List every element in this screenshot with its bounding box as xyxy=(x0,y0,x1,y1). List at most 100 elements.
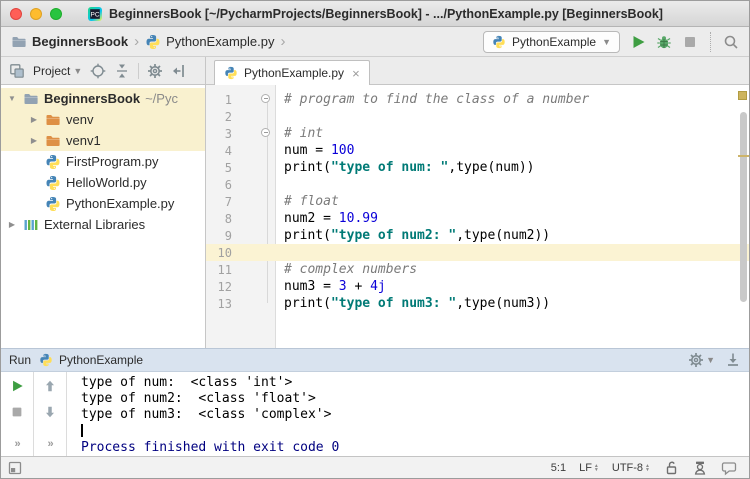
settings-gear-button[interactable] xyxy=(147,63,163,79)
fold-column xyxy=(260,227,276,244)
python-file-icon xyxy=(145,34,161,50)
encoding-widget[interactable]: UTF-8 ▲ ▼ xyxy=(612,462,650,474)
line-number: 2 xyxy=(224,109,232,124)
run-settings-gear-button[interactable] xyxy=(688,352,704,368)
project-panel-title[interactable]: Project ▼ xyxy=(33,64,82,78)
folder-icon xyxy=(23,91,39,107)
line-number: 10 xyxy=(217,245,232,260)
fold-column xyxy=(260,278,276,295)
code-text: print("type of num3: ",type(num3)) xyxy=(284,296,551,311)
run-button[interactable] xyxy=(630,34,646,50)
line-number: 7 xyxy=(224,194,232,209)
fold-column xyxy=(260,244,276,261)
code-line-6[interactable]: 6 xyxy=(206,176,749,193)
code-lines: 1 # program to find the class of a number… xyxy=(206,91,749,312)
code-line-3[interactable]: 3 # int xyxy=(206,125,749,142)
code-line-12[interactable]: 12 num3 = 3 + 4j xyxy=(206,278,749,295)
up-stacktrace-button[interactable] xyxy=(43,379,57,393)
fold-column xyxy=(260,193,276,210)
search-everywhere-button[interactable] xyxy=(723,34,739,50)
code-editor[interactable]: 1 # program to find the class of a number… xyxy=(206,85,749,348)
code-line-1[interactable]: 1 # program to find the class of a number xyxy=(206,91,749,108)
console-output[interactable]: type of num: <class 'int'> type of num2: … xyxy=(67,372,749,456)
caret-position-widget[interactable]: 5:1 xyxy=(551,462,566,474)
breadcrumb-label: BeginnersBook xyxy=(32,34,129,49)
panel-header-row: Project ▼ PythonExample.py × xyxy=(1,57,749,85)
inspection-status-marker xyxy=(738,91,747,100)
line-number: 13 xyxy=(217,296,232,311)
toolwindow-toggle-button[interactable] xyxy=(7,460,23,476)
collapse-arrow-icon[interactable]: ▶ xyxy=(28,136,40,145)
code-line-8[interactable]: 8 num2 = 10.99 xyxy=(206,210,749,227)
close-tab-icon[interactable]: × xyxy=(352,66,360,81)
line-number: 8 xyxy=(224,211,232,226)
collapse-all-button[interactable] xyxy=(114,63,130,79)
stop-process-button[interactable] xyxy=(10,405,24,419)
fold-region-icon[interactable] xyxy=(261,128,270,137)
code-line-10[interactable]: 10 xyxy=(206,244,749,261)
down-stacktrace-button[interactable] xyxy=(43,405,57,419)
event-log-icon[interactable] xyxy=(721,460,737,476)
python-file-icon xyxy=(39,353,53,367)
code-line-2[interactable]: 2 xyxy=(206,108,749,125)
code-line-7[interactable]: 7 # float xyxy=(206,193,749,210)
scrollbar-mark xyxy=(738,155,749,157)
chevron-down-icon: ▼ xyxy=(602,36,611,47)
tree-item-label: External Libraries xyxy=(44,217,146,232)
rerun-button[interactable] xyxy=(10,379,24,393)
breadcrumb-item[interactable]: BeginnersBook xyxy=(11,34,128,50)
chevron-down-icon: ▼ xyxy=(73,65,83,76)
breadcrumb-label: PythonExample.py xyxy=(166,34,275,49)
folder-icon xyxy=(45,133,61,149)
code-line-5[interactable]: 5 print("type of num: ",type(num)) xyxy=(206,159,749,176)
breadcrumb-item[interactable]: PythonExample.py xyxy=(145,34,274,50)
editor-scrollbar[interactable] xyxy=(740,112,747,302)
tree-item-label: PythonExample.py xyxy=(66,196,175,211)
tree-item-pythonexample-py[interactable]: PythonExample.py xyxy=(1,193,205,214)
toolbar-separator xyxy=(710,31,711,52)
hide-run-panel-button[interactable] xyxy=(725,352,741,368)
python-file-icon xyxy=(45,175,61,191)
tab-label: PythonExample.py xyxy=(244,66,345,80)
code-line-11[interactable]: 11 # complex numbers xyxy=(206,261,749,278)
console-caret xyxy=(81,423,83,437)
tree-item-helloworld-py[interactable]: HelloWorld.py xyxy=(1,172,205,193)
tree-item-external-libraries[interactable]: ▶ External Libraries xyxy=(1,214,205,235)
fold-column xyxy=(260,142,276,159)
collapse-arrow-icon[interactable]: ▶ xyxy=(6,220,18,229)
run-panel-header: Run PythonExample ▼ xyxy=(1,348,749,372)
code-text: num2 = 10.99 xyxy=(284,211,378,226)
line-separator-widget[interactable]: LF ▲ ▼ xyxy=(579,462,599,474)
code-line-13[interactable]: 13 print("type of num3: ",type(num3)) xyxy=(206,295,749,312)
code-line-9[interactable]: 9 print("type of num2: ",type(num2)) xyxy=(206,227,749,244)
fold-column xyxy=(260,176,276,193)
locate-button[interactable] xyxy=(90,63,106,79)
code-text: num = 100 xyxy=(284,143,355,158)
breadcrumb-chevron-icon: › xyxy=(280,33,286,50)
unlock-icon[interactable] xyxy=(663,460,679,476)
overflow-chevrons-icon[interactable]: » xyxy=(47,438,53,450)
inspector-icon[interactable] xyxy=(692,460,708,476)
line-number: 4 xyxy=(224,143,232,158)
run-tab-pythonexample[interactable]: PythonExample xyxy=(39,353,143,367)
tree-item-venv[interactable]: ▶ venv xyxy=(1,109,205,130)
tree-item-beginnersbook[interactable]: ▼ BeginnersBook ~/Pyc xyxy=(1,88,205,109)
tab-pythonexample[interactable]: PythonExample.py × xyxy=(214,60,370,85)
debug-button[interactable] xyxy=(656,34,672,50)
collapse-arrow-icon[interactable]: ▶ xyxy=(28,115,40,124)
code-text: # complex numbers xyxy=(284,262,418,277)
updown-arrows-icon: ▲ ▼ xyxy=(593,463,599,473)
code-line-4[interactable]: 4 num = 100 xyxy=(206,142,749,159)
tree-item-label: FirstProgram.py xyxy=(66,154,159,169)
project-panel-header: Project ▼ xyxy=(1,57,206,84)
run-configuration-select[interactable]: PythonExample ▼ xyxy=(483,30,620,53)
tree-item-venv1[interactable]: ▶ venv1 xyxy=(1,130,205,151)
hide-panel-button[interactable] xyxy=(171,63,187,79)
fold-column xyxy=(260,261,276,278)
stop-button[interactable] xyxy=(682,34,698,50)
line-number: 11 xyxy=(217,262,232,277)
tree-item-firstprogram-py[interactable]: FirstProgram.py xyxy=(1,151,205,172)
expand-arrow-icon[interactable]: ▼ xyxy=(6,94,18,103)
fold-region-icon[interactable] xyxy=(261,94,270,103)
overflow-chevrons-icon[interactable]: » xyxy=(14,438,20,450)
